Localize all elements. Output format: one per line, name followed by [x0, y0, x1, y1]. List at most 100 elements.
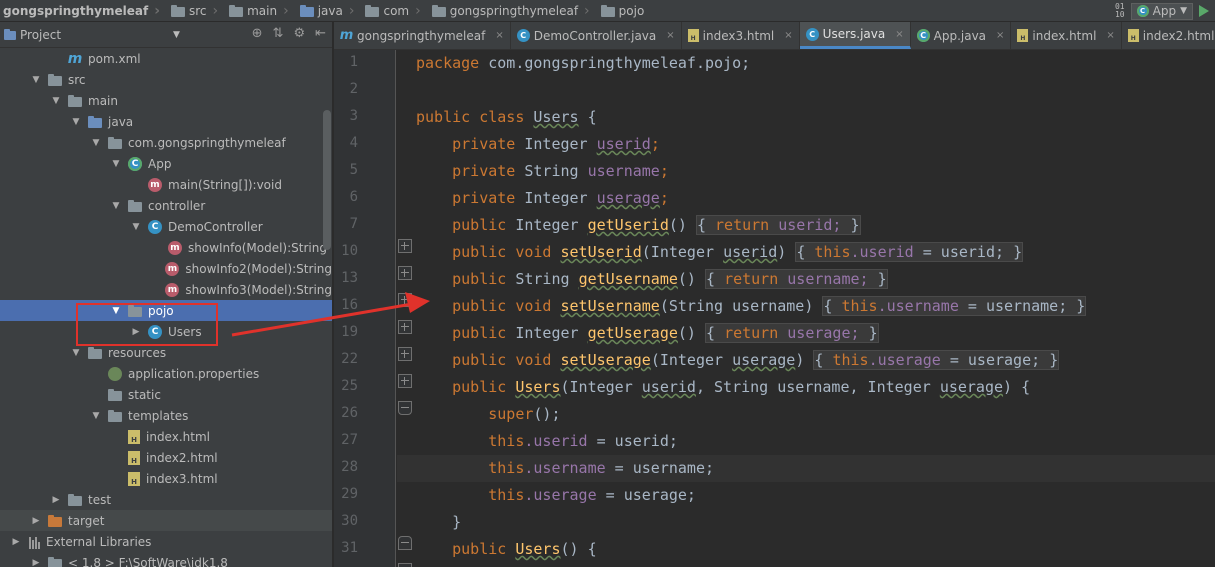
fold-expand-icon[interactable] [398, 374, 412, 388]
tree-item[interactable]: m showInfo3(Model):String [0, 279, 332, 300]
chevron-down-icon[interactable]: ▼ [173, 30, 180, 40]
chevron-right-icon[interactable]: ▶ [130, 327, 142, 337]
code-line-7: public Integer getUserid() { return user… [452, 215, 861, 235]
code-line-5: private String username; [452, 162, 669, 180]
tree-item[interactable]: m showInfo(Model):String [0, 237, 332, 258]
editor-tab[interactable]: C DemoController.java × [511, 22, 682, 49]
folded-body[interactable]: { return userage; } [705, 323, 879, 343]
tree-item[interactable]: Hindex.html [0, 426, 332, 447]
fold-expand-icon[interactable] [398, 320, 412, 334]
folder-icon [108, 388, 122, 401]
code-line-13: public String getUsername() { return use… [452, 269, 888, 289]
fold-expand-icon[interactable] [398, 293, 412, 307]
gear-icon[interactable]: ⚙ [293, 26, 305, 41]
tree-item-label: com.gongspringthymeleaf [128, 135, 286, 150]
tree-scrollbar[interactable] [323, 110, 331, 250]
fold-expand-icon[interactable] [398, 239, 412, 253]
tree-item[interactable]: ▼ java [0, 111, 332, 132]
tree-item-label: main(String[]):void [168, 177, 282, 192]
close-icon[interactable]: × [1106, 30, 1114, 41]
tree-item[interactable]: ▼ src [0, 69, 332, 90]
code-line-4: private Integer userid; [452, 135, 660, 153]
sort-icon[interactable]: 01 10 [1115, 3, 1125, 19]
editor-tab[interactable]: C Users.java × [799, 22, 911, 49]
editor-tab-label: App.java [933, 28, 987, 43]
editor-tab[interactable]: Hindex3.html × [682, 22, 800, 49]
fold-collapse-icon[interactable] [398, 563, 412, 567]
chevron-down-icon[interactable]: ▼ [70, 117, 82, 127]
tree-item-label: templates [128, 408, 189, 423]
chevron-right-icon[interactable]: ▶ [50, 495, 62, 505]
chevron-down-icon[interactable]: ▼ [110, 159, 122, 169]
collapse-all-icon[interactable]: ⇅ [273, 26, 284, 41]
tree-item[interactable]: ▶ C Users [0, 321, 332, 342]
chevron-right-icon[interactable]: ▶ [10, 537, 22, 547]
tree-item[interactable]: ▼ resources [0, 342, 332, 363]
chevron-down-icon[interactable]: ▼ [50, 96, 62, 106]
close-icon[interactable]: × [895, 29, 903, 40]
tree-item[interactable]: ▼ C DemoController [0, 216, 332, 237]
chevron-down-icon[interactable]: ▼ [90, 411, 102, 421]
tree-item[interactable]: m showInfo2(Model):String [0, 258, 332, 279]
editor-tab[interactable]: Hindex.html × [1011, 22, 1122, 49]
run-configuration-select[interactable]: C App ▼ [1130, 2, 1193, 20]
breadcrumb-java[interactable]: java › [296, 0, 362, 22]
tree-item[interactable]: m main(String[]):void [0, 174, 332, 195]
folded-body[interactable]: { return username; } [705, 269, 888, 289]
close-icon[interactable]: × [996, 30, 1004, 41]
scroll-from-source-icon[interactable]: ⊕ [252, 26, 263, 41]
tree-item[interactable]: ▶ < 1.8 > F:\SoftWare\jdk1.8 [0, 552, 332, 567]
breadcrumb-com[interactable]: com › [361, 0, 427, 22]
tree-item[interactable]: ▼ templates [0, 405, 332, 426]
fold-expand-icon[interactable] [398, 266, 412, 280]
run-icon[interactable] [1199, 5, 1209, 17]
editor-tab[interactable]: m gongspringthymeleaf × [334, 22, 511, 49]
tree-item[interactable]: m pom.xml [0, 48, 332, 69]
folded-body[interactable]: { this.userid = userid; } [795, 242, 1024, 262]
chevron-right-icon: › [415, 2, 421, 19]
tree-item[interactable]: ▼ C App [0, 153, 332, 174]
chevron-right-icon: › [154, 2, 160, 19]
tree-item[interactable]: ▶ External Libraries [0, 531, 332, 552]
fold-end-icon[interactable] [398, 536, 412, 550]
tree-item[interactable]: Hindex3.html [0, 468, 332, 489]
close-icon[interactable]: × [495, 30, 503, 41]
chevron-right-icon[interactable]: ▶ [30, 558, 42, 567]
tree-item[interactable]: static [0, 384, 332, 405]
chevron-down-icon[interactable]: ▼ [130, 222, 142, 232]
breadcrumb-main[interactable]: main › [225, 0, 296, 22]
code-view[interactable]: 1 2 3 4 5 6 7 10 13 16 19 22 25 26 27 28 29 30 31 package … [334, 50, 1215, 567]
code-line-19: public Integer getUserage() { return use… [452, 323, 879, 343]
tree-item[interactable]: application.properties [0, 363, 332, 384]
editor-tab[interactable]: C App.java × [911, 22, 1012, 49]
chevron-right-icon[interactable]: ▶ [30, 516, 42, 526]
tree-item[interactable]: ▶ target [0, 510, 332, 531]
tree-item[interactable]: Hindex2.html [0, 447, 332, 468]
tree-item[interactable]: ▼ controller [0, 195, 332, 216]
fold-collapse-icon[interactable] [398, 401, 412, 415]
chevron-down-icon[interactable]: ▼ [110, 201, 122, 211]
folded-body[interactable]: { return userid; } [695, 215, 861, 235]
tree-item[interactable]: ▼ com.gongspringthymeleaf [0, 132, 332, 153]
tree-item-label: showInfo3(Model):String [185, 282, 332, 297]
close-icon[interactable]: × [784, 30, 792, 41]
folded-body[interactable]: { this.userage = userage; } [813, 350, 1060, 370]
tree-item[interactable]: ▼ pojo [0, 300, 332, 321]
close-icon[interactable]: × [666, 30, 674, 41]
chevron-down-icon[interactable]: ▼ [90, 138, 102, 148]
chevron-down-icon[interactable]: ▼ [110, 306, 122, 316]
editor-tab[interactable]: Hindex2.html× [1122, 22, 1215, 49]
hide-panel-icon[interactable]: ⇤ [315, 26, 326, 41]
tree-item[interactable]: ▶ test [0, 489, 332, 510]
breadcrumb-package[interactable]: gongspringthymeleaf › [428, 0, 597, 22]
chevron-down-icon[interactable]: ▼ [70, 348, 82, 358]
breadcrumb-pojo[interactable]: pojo [597, 0, 649, 22]
line-number: 5 [349, 162, 358, 178]
chevron-down-icon[interactable]: ▼ [30, 75, 42, 85]
breadcrumb-src[interactable]: src › [167, 0, 225, 22]
project-view-select[interactable]: Project [4, 28, 61, 42]
breadcrumb-project[interactable]: gongspringthymeleaf › [0, 0, 167, 22]
tree-item[interactable]: ▼ main [0, 90, 332, 111]
fold-expand-icon[interactable] [398, 347, 412, 361]
folded-body[interactable]: { this.username = username; } [822, 296, 1087, 316]
